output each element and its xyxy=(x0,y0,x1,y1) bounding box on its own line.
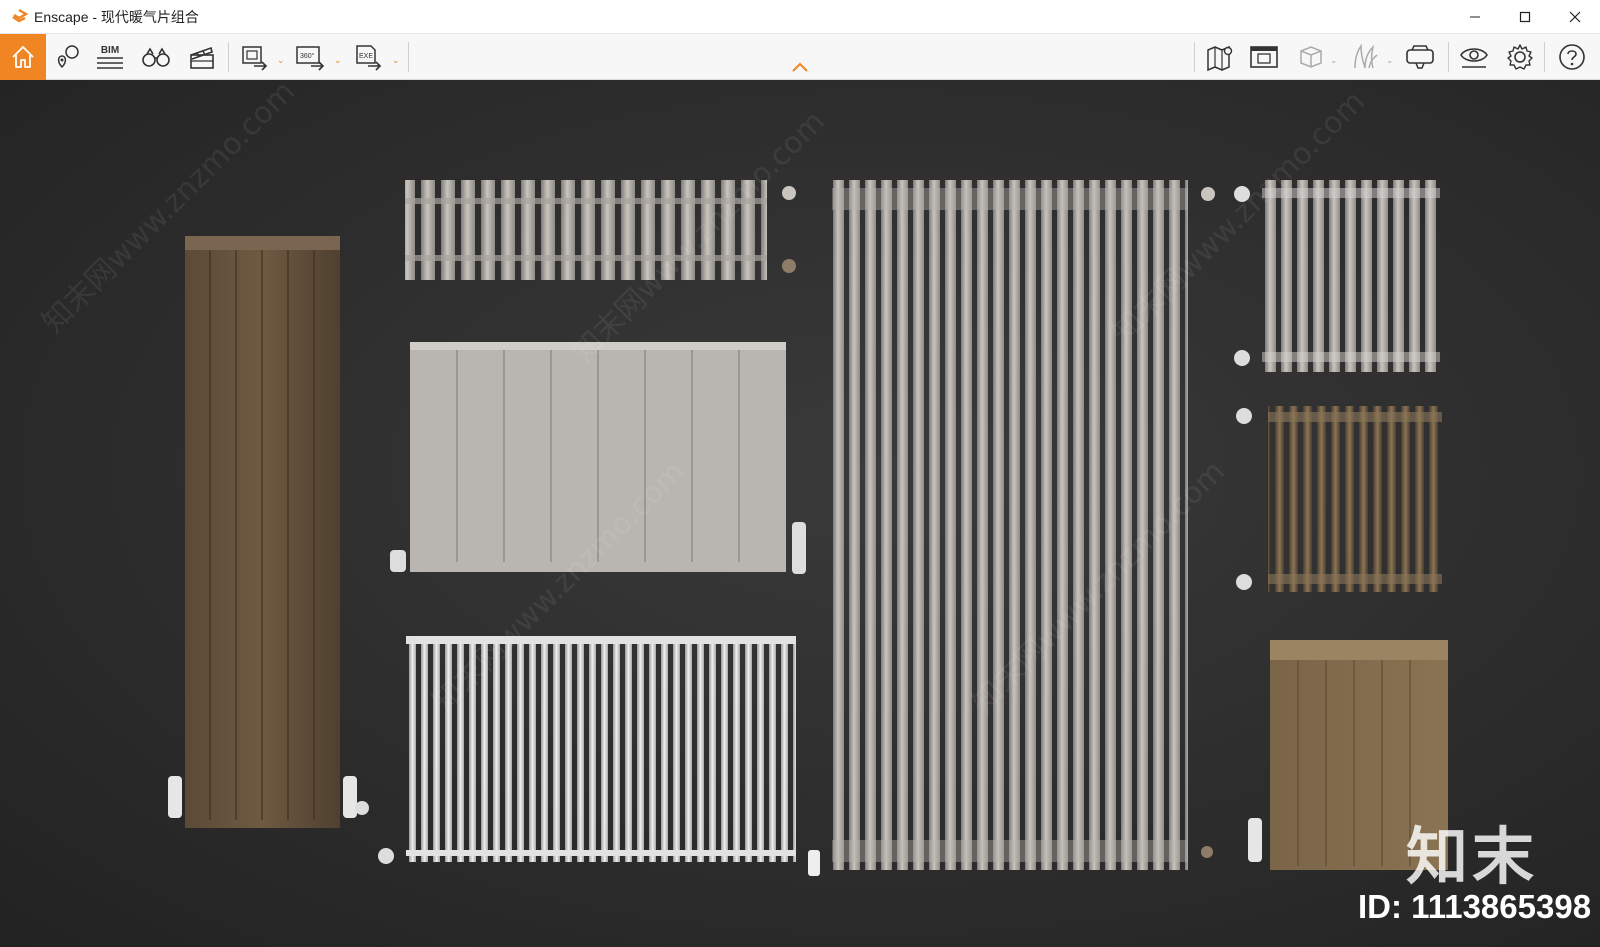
grass-button[interactable] xyxy=(1348,34,1384,80)
tall-brown-panel-radiator xyxy=(168,236,369,828)
help-icon xyxy=(1559,44,1585,70)
views-button[interactable] xyxy=(138,34,174,80)
eye-button[interactable] xyxy=(1456,34,1492,80)
title-bar: Enscape - 现代暖气片组合 xyxy=(0,0,1600,34)
grass-dropdown-icon[interactable]: ⌄ xyxy=(1386,55,1394,66)
panorama-export-dropdown-icon[interactable]: ⌄ xyxy=(334,55,342,66)
toolbar: BIM ⌄ 360° ⌄ EXE ⌄ ⌄ ⌄ xyxy=(0,34,1600,80)
screen-icon xyxy=(1250,46,1278,68)
enscape-logo-icon xyxy=(12,8,28,22)
exe-export-icon: EXE xyxy=(356,45,382,71)
bronze-column-radiator xyxy=(1236,406,1442,592)
window-title: Enscape - 现代暖气片组合 xyxy=(34,8,199,25)
brand-watermark: 知末 xyxy=(1406,820,1539,893)
toolbar-separator xyxy=(228,42,229,72)
settings-button[interactable] xyxy=(1502,34,1538,80)
map-icon xyxy=(1207,45,1233,71)
bim-label: BIM xyxy=(100,44,120,56)
exe-export-button[interactable]: EXE xyxy=(350,34,388,80)
visual-settings-button[interactable] xyxy=(1246,34,1282,80)
vr-headset-button[interactable] xyxy=(1402,34,1438,80)
clapperboard-icon xyxy=(190,46,214,69)
image-id-watermark: ID: 1113865398 xyxy=(1358,888,1592,925)
home-icon xyxy=(12,46,34,68)
render-export-icon xyxy=(242,46,268,71)
gear-icon xyxy=(1507,44,1533,70)
exe-export-dropdown-icon[interactable]: ⌄ xyxy=(392,55,400,66)
binoculars-icon xyxy=(142,47,170,67)
video-editor-button[interactable] xyxy=(184,34,220,80)
exe-label: EXE xyxy=(359,53,373,60)
render-export-dropdown-icon[interactable]: ⌄ xyxy=(277,55,285,66)
asset-library-icon xyxy=(57,45,79,69)
map-button[interactable] xyxy=(1202,34,1238,80)
maximize-button[interactable] xyxy=(1500,0,1550,34)
close-button[interactable] xyxy=(1550,0,1600,34)
bim-button[interactable]: BIM xyxy=(92,34,128,80)
home-button[interactable] xyxy=(0,34,46,80)
grass-icon xyxy=(1354,43,1378,69)
render-export-button[interactable] xyxy=(236,34,274,80)
window-controls xyxy=(1450,0,1600,34)
collapse-toolbar-chevron-icon[interactable] xyxy=(790,60,810,74)
toolbar-separator xyxy=(1544,42,1545,72)
asset-library-button[interactable] xyxy=(50,34,86,80)
radiator-scene xyxy=(168,180,1448,876)
toolbar-separator xyxy=(1448,42,1449,72)
panorama-export-button[interactable]: 360° xyxy=(292,34,330,80)
panorama-label: 360° xyxy=(300,52,315,60)
help-button[interactable] xyxy=(1552,34,1592,80)
cube-icon xyxy=(1300,46,1322,68)
panorama-export-icon: 360° xyxy=(296,46,325,71)
bim-icon xyxy=(97,56,123,69)
eye-icon xyxy=(1460,48,1488,68)
view-box-button[interactable] xyxy=(1292,34,1328,80)
toolbar-separator xyxy=(1194,42,1195,72)
toolbar-separator xyxy=(408,42,409,72)
vr-headset-icon xyxy=(1406,45,1434,69)
view-box-dropdown-icon[interactable]: ⌄ xyxy=(1330,55,1338,66)
render-viewport[interactable]: 知末网www.znzmo.com 知末网www.znzmo.com 知末网www… xyxy=(0,80,1600,947)
minimize-button[interactable] xyxy=(1450,0,1500,34)
